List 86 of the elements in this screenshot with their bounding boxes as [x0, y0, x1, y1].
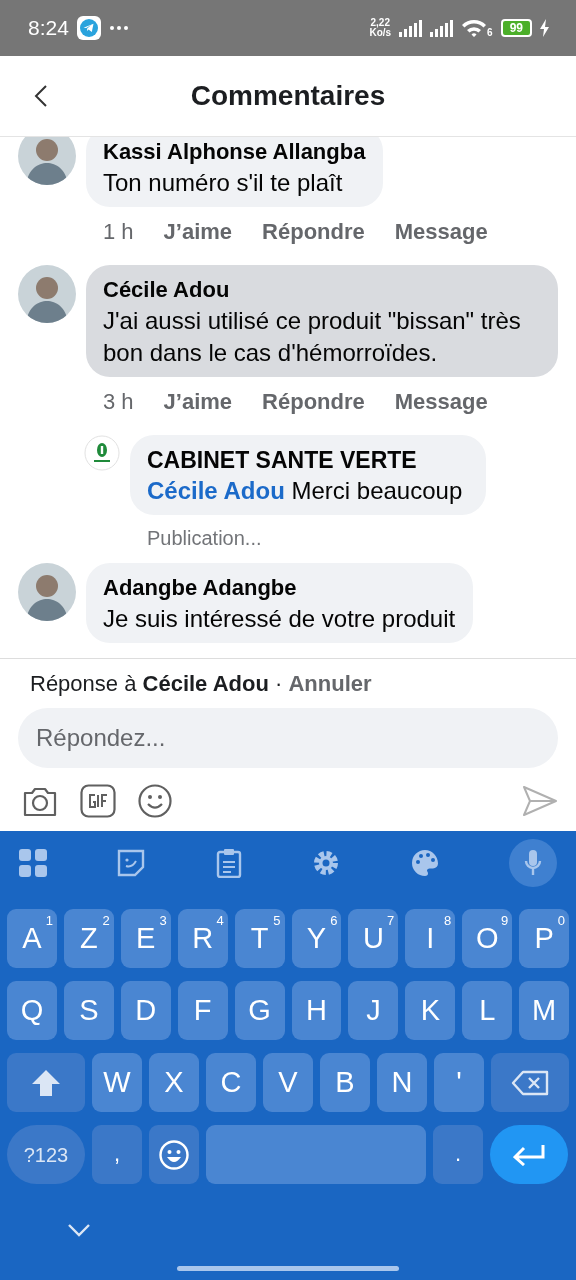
emoji-key[interactable]	[149, 1125, 199, 1184]
author-name[interactable]: CABINET SANTE VERTE	[147, 445, 463, 475]
time-text: 3 h	[103, 388, 134, 416]
back-icon[interactable]	[34, 84, 48, 108]
key[interactable]: B	[320, 1053, 370, 1112]
reply-link[interactable]: Répondre	[262, 385, 365, 435]
key[interactable]: M	[519, 981, 570, 1040]
key[interactable]: F	[177, 981, 228, 1040]
logo	[84, 435, 120, 471]
signal-icon	[399, 19, 423, 37]
key[interactable]: .	[433, 1125, 483, 1184]
cancel-link[interactable]: Annuler	[288, 671, 372, 696]
backspace-icon	[511, 1069, 549, 1096]
enter-icon	[513, 1143, 545, 1166]
signal-icon	[430, 19, 454, 37]
reply-text: Cécile Adou Merci beaucoup	[147, 476, 463, 506]
avatar	[18, 137, 76, 185]
key[interactable]: N	[377, 1053, 427, 1112]
comment-text: J'ai aussi utilisé ce produit "bissan" très bon dans le cas d'hémorroïdes.	[103, 306, 522, 368]
key[interactable]: W	[92, 1053, 142, 1112]
camera-icon[interactable]	[22, 785, 58, 817]
key[interactable]: H	[291, 981, 342, 1040]
speed-unit: Ko/s	[369, 28, 392, 38]
chevron-down-icon[interactable]	[67, 1223, 91, 1237]
mention-link[interactable]: Cécile Adou	[147, 477, 285, 504]
sticker-icon[interactable]	[117, 849, 146, 877]
more-icon	[108, 25, 129, 31]
key-hint: 3	[159, 912, 167, 930]
key[interactable]: D	[120, 981, 171, 1040]
like-link[interactable]: J’aime	[163, 385, 233, 435]
symbols-key[interactable]: ?123	[7, 1125, 85, 1184]
clipboard-icon[interactable]	[215, 848, 242, 878]
palette-icon[interactable]	[410, 849, 439, 877]
reply-context: Réponse à Cécile Adou · Annuler	[29, 670, 373, 698]
author-name[interactable]: Adangbe Adangbe	[103, 573, 456, 603]
key-hint: 5	[273, 912, 281, 930]
key[interactable]: S	[63, 981, 114, 1040]
key-hint: 0	[557, 912, 566, 930]
key[interactable]: K	[405, 981, 456, 1040]
key[interactable]: '	[434, 1053, 484, 1112]
key[interactable]: J	[348, 981, 399, 1040]
microphone-icon	[523, 849, 542, 877]
key-hint: 2	[102, 912, 110, 930]
key[interactable]: G	[234, 981, 285, 1040]
gif-icon[interactable]	[80, 784, 116, 818]
key[interactable]: ,	[92, 1125, 142, 1184]
author-name[interactable]: Kassi Alphonse Allangba	[103, 137, 366, 167]
battery-text: 99	[500, 19, 532, 37]
shift-icon	[31, 1068, 61, 1097]
like-link[interactable]: J’aime	[163, 215, 233, 265]
wifi-label: 6	[487, 28, 493, 38]
key-hint: 6	[330, 912, 338, 930]
key-hint: 7	[387, 912, 395, 930]
key[interactable]: L	[462, 981, 513, 1040]
message-link[interactable]: Message	[394, 215, 488, 265]
key[interactable]: X	[149, 1053, 199, 1112]
clock-text: 8:24	[28, 15, 69, 42]
comment-text: Je suis intéressé de votre produit	[103, 604, 456, 634]
settings-icon[interactable]	[312, 849, 341, 877]
backspace-key[interactable]	[491, 1053, 569, 1112]
key[interactable]: C	[206, 1053, 256, 1112]
key-hint: 8	[444, 912, 452, 930]
charging-icon	[540, 19, 550, 37]
time-text: 1 h	[103, 218, 134, 246]
reply-link[interactable]: Répondre	[262, 215, 365, 265]
emoji-icon	[159, 1139, 189, 1170]
key-hint: 1	[45, 912, 53, 930]
posting-status: Publication...	[146, 526, 263, 551]
emoji-icon[interactable]	[138, 784, 172, 818]
send-icon[interactable]	[522, 785, 558, 817]
telegram-icon	[76, 16, 101, 40]
mic-button[interactable]	[508, 839, 557, 887]
author-name[interactable]: Cécile Adou	[103, 275, 540, 305]
apps-icon[interactable]	[19, 849, 47, 877]
key[interactable]: V	[263, 1053, 313, 1112]
key[interactable]: I 8	[405, 909, 456, 968]
shift-key[interactable]	[7, 1053, 85, 1112]
key-hint: 9	[500, 912, 509, 930]
key[interactable]: Q	[7, 981, 57, 1040]
message-link[interactable]: Message	[394, 385, 488, 435]
comment-text: Ton numéro s'il te plaît	[103, 168, 344, 198]
wifi-icon	[461, 18, 488, 38]
reply-field[interactable]: Répondez...	[18, 708, 558, 768]
key-hint: 4	[216, 912, 224, 930]
speed-value: 2,22	[369, 18, 390, 28]
page-title: Commentaires	[190, 79, 386, 113]
